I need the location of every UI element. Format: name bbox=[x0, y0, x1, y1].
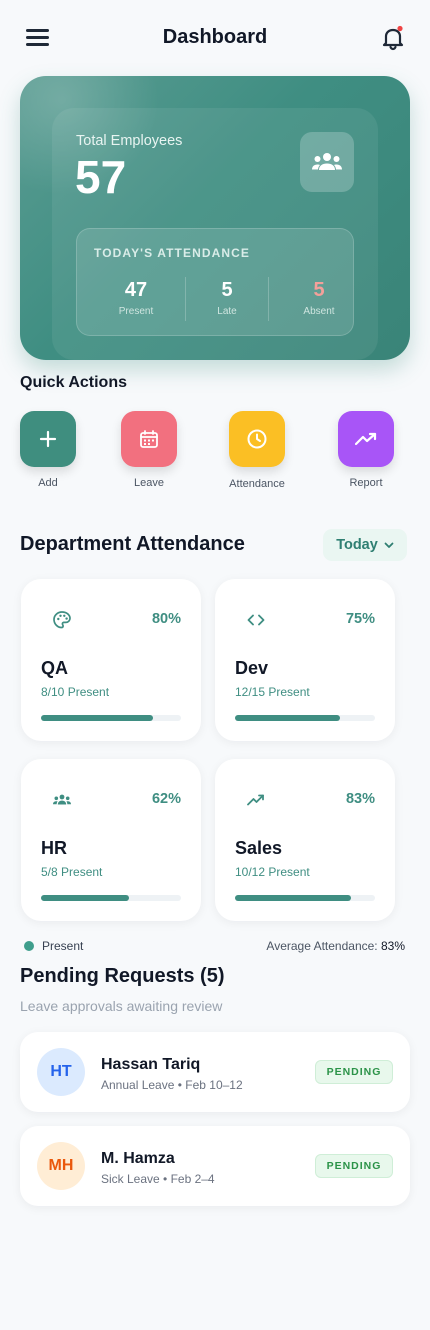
attendance-action-label: Attendance bbox=[229, 478, 285, 490]
attendance-progress-fill bbox=[235, 715, 340, 721]
attendance-present: 47 Present bbox=[91, 279, 181, 317]
department-percent: 83% bbox=[345, 791, 375, 807]
chevron-down-icon bbox=[384, 542, 394, 548]
department-present-count: 10/12 Present bbox=[235, 865, 310, 879]
absent-count: 5 bbox=[313, 279, 325, 301]
late-count: 5 bbox=[221, 279, 233, 301]
todays-attendance-title: TODAY'S ATTENDANCE bbox=[94, 246, 251, 260]
code-icon bbox=[247, 614, 265, 626]
quick-actions-title: Quick Actions bbox=[20, 374, 127, 391]
avatar: MH bbox=[37, 1142, 85, 1190]
attendance-progress-fill bbox=[235, 895, 352, 901]
report-action-button[interactable] bbox=[338, 411, 394, 467]
employees-icon-box bbox=[300, 132, 354, 192]
attendance-progress-bar bbox=[41, 895, 181, 901]
notification-dot bbox=[397, 25, 403, 32]
calendar-icon bbox=[140, 430, 158, 448]
attendance-action-button[interactable] bbox=[229, 411, 285, 467]
average-attendance: Average Attendance: 83% bbox=[266, 939, 405, 953]
requester-name: M. Hamza bbox=[101, 1150, 175, 1167]
department-name: Sales bbox=[235, 838, 283, 858]
department-present-count: 12/15 Present bbox=[235, 685, 310, 699]
legend-present-label: Present bbox=[42, 939, 84, 953]
pending-requests-title: Pending Requests (5) bbox=[20, 965, 225, 987]
department-present-count: 8/10 Present bbox=[41, 685, 110, 699]
attendance-late: 5 Late bbox=[182, 279, 272, 317]
attendance-absent: 5 Absent bbox=[274, 279, 364, 317]
average-attendance-label: Average Attendance: bbox=[266, 939, 378, 953]
department-card-dev[interactable]: 75% Dev 12/15 Present bbox=[215, 579, 395, 741]
attendance-progress-bar bbox=[41, 715, 181, 721]
group-icon bbox=[53, 794, 71, 805]
department-card-qa[interactable]: 80% QA 8/10 Present bbox=[21, 579, 201, 741]
notification-bell-button[interactable] bbox=[380, 25, 406, 51]
department-percent: 75% bbox=[345, 611, 375, 627]
department-name: QA bbox=[41, 658, 68, 678]
department-percent: 62% bbox=[151, 791, 181, 807]
total-employees-label: Total Employees bbox=[76, 133, 183, 149]
department-name: HR bbox=[41, 838, 67, 858]
leave-action-button[interactable] bbox=[121, 411, 177, 467]
request-detail: Annual Leave • Feb 10–12 bbox=[101, 1078, 243, 1092]
present-count: 47 bbox=[124, 279, 148, 301]
status-badge: PENDING bbox=[315, 1154, 393, 1178]
pending-requests-subtitle: Leave approvals awaiting review bbox=[20, 998, 223, 1014]
palette-icon bbox=[53, 611, 71, 629]
requester-name: Hassan Tariq bbox=[101, 1056, 201, 1073]
report-action-label: Report bbox=[349, 477, 383, 489]
page-title: Dashboard bbox=[162, 26, 268, 48]
legend-present-dot bbox=[24, 941, 34, 951]
attendance-progress-fill bbox=[41, 715, 153, 721]
department-card-hr[interactable]: 62% HR 5/8 Present bbox=[21, 759, 201, 921]
average-attendance-value: 83% bbox=[380, 939, 405, 953]
add-action-label: Add bbox=[38, 477, 58, 489]
late-label: Late bbox=[217, 306, 237, 317]
department-attendance-title: Department Attendance bbox=[20, 533, 245, 555]
department-card-sales[interactable]: 83% Sales 10/12 Present bbox=[215, 759, 395, 921]
department-present-count: 5/8 Present bbox=[41, 865, 103, 879]
absent-label: Absent bbox=[303, 306, 335, 317]
department-name: Dev bbox=[235, 658, 269, 678]
plus-icon bbox=[39, 430, 57, 448]
todays-attendance-panel: TODAY'S ATTENDANCE 47 Present 5 Late 5 A… bbox=[76, 228, 354, 336]
total-employees-card: Total Employees 57 TODAY'S ATTENDANCE 47… bbox=[20, 76, 410, 360]
leave-action-label: Leave bbox=[134, 477, 164, 489]
status-badge: PENDING bbox=[315, 1060, 393, 1084]
request-detail: Sick Leave • Feb 2–4 bbox=[101, 1172, 215, 1186]
trending-up-icon bbox=[355, 432, 377, 446]
add-action-button[interactable] bbox=[20, 411, 76, 467]
leave-request-item[interactable]: MH M. Hamza Sick Leave • Feb 2–4 PENDING bbox=[20, 1126, 410, 1206]
attendance-progress-fill bbox=[41, 895, 129, 901]
department-percent: 80% bbox=[151, 611, 181, 627]
group-icon bbox=[312, 153, 342, 170]
avatar: HT bbox=[37, 1048, 85, 1096]
period-filter-dropdown[interactable]: Today bbox=[323, 529, 407, 561]
attendance-progress-bar bbox=[235, 715, 375, 721]
present-label: Present bbox=[118, 306, 154, 317]
period-filter-label: Today bbox=[336, 537, 378, 553]
leave-request-item[interactable]: HT Hassan Tariq Annual Leave • Feb 10–12… bbox=[20, 1032, 410, 1112]
bell-icon bbox=[382, 25, 404, 51]
clock-icon bbox=[247, 429, 267, 449]
trending-up-icon bbox=[247, 794, 264, 806]
attendance-progress-bar bbox=[235, 895, 375, 901]
total-employees-value: 57 bbox=[75, 151, 127, 203]
